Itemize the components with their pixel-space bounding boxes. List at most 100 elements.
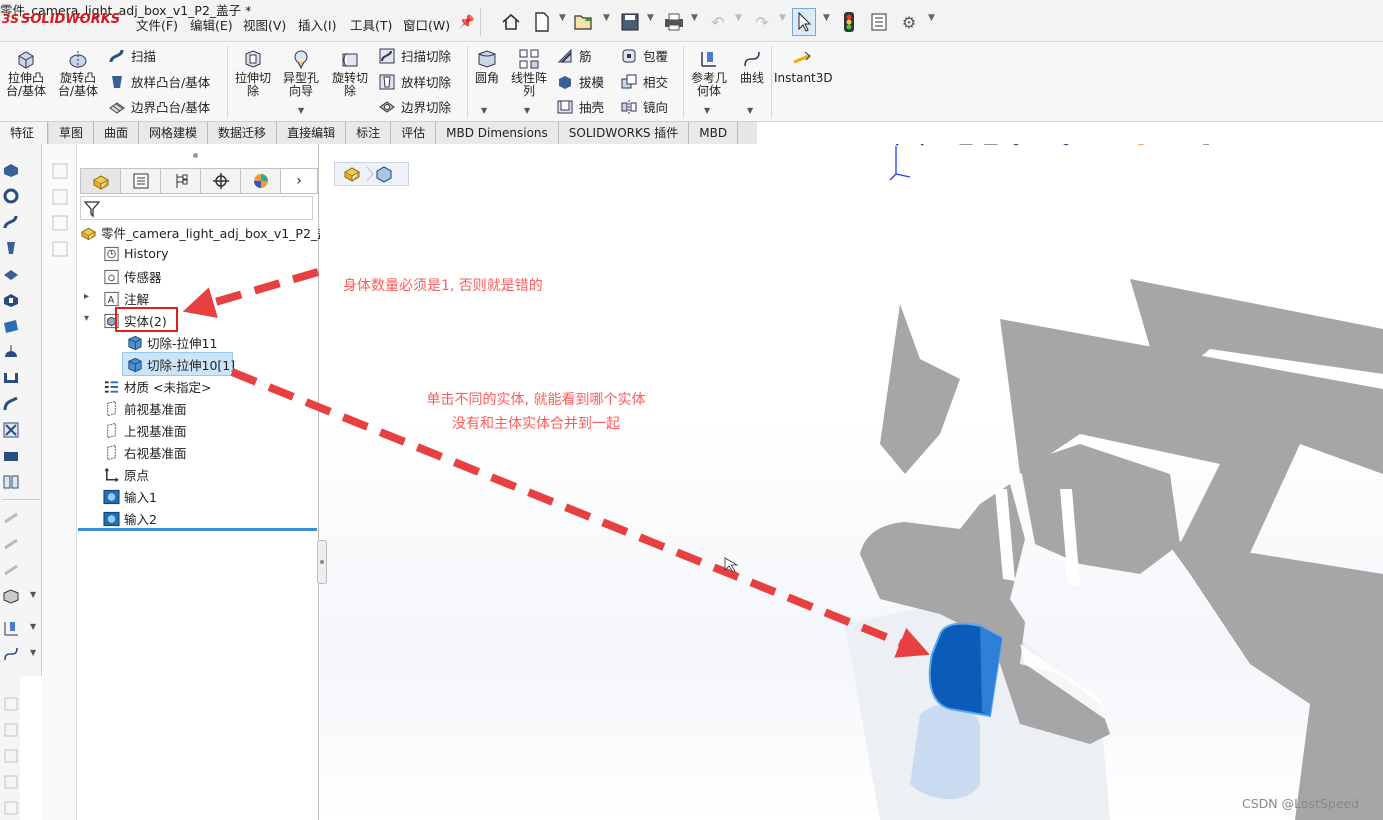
extrude-cut-icon[interactable] bbox=[0, 290, 22, 310]
draft-button[interactable]: 拔模 bbox=[556, 72, 604, 91]
tab-sketch[interactable]: 草图 bbox=[49, 122, 95, 144]
new-document-icon[interactable] bbox=[531, 11, 553, 33]
tree-item-history[interactable]: History bbox=[103, 245, 168, 262]
chevron-down-icon[interactable]: ▼ bbox=[747, 106, 753, 115]
tree-item-import2[interactable]: 输入2 bbox=[103, 509, 157, 528]
fillet-button[interactable]: 圆角 bbox=[470, 48, 504, 85]
home-icon[interactable] bbox=[500, 11, 522, 33]
file-properties-icon[interactable] bbox=[868, 11, 890, 33]
chevron-down-icon[interactable]: ▼ bbox=[30, 622, 36, 631]
open-file-icon[interactable] bbox=[573, 11, 595, 33]
chevron-down-icon[interactable]: ▼ bbox=[928, 13, 935, 23]
menu-tools[interactable]: 工具(T) bbox=[350, 15, 392, 34]
tree-item-front-plane[interactable]: 前视基准面 bbox=[103, 399, 187, 418]
redo-icon[interactable]: ↷ bbox=[751, 11, 773, 33]
save-icon[interactable] bbox=[619, 11, 641, 33]
tree-root[interactable]: 零件_camera_light_adj_box_v1_P2_盖子 bbox=[80, 223, 342, 242]
shell-button[interactable]: 抽壳 bbox=[556, 97, 604, 116]
mirror-button[interactable]: 镜向 bbox=[620, 97, 668, 116]
pin-icon[interactable]: 📌 bbox=[456, 11, 478, 33]
tree-item-cut-extrude-10[interactable]: 切除-拉伸10[1] bbox=[126, 355, 235, 374]
tree-item-cut-extrude-11[interactable]: 切除-拉伸11 bbox=[126, 333, 217, 352]
gear-icon[interactable]: ⚙ bbox=[898, 11, 920, 33]
collapse-bodies-icon[interactable]: ▾ bbox=[84, 313, 89, 324]
sketch-icon[interactable] bbox=[51, 162, 69, 180]
section-view-icon[interactable] bbox=[955, 144, 977, 148]
tab-direct-editing[interactable]: 直接编辑 bbox=[277, 122, 347, 144]
tab-features[interactable]: 特征 bbox=[0, 122, 48, 144]
chevron-down-icon[interactable]: ▼ bbox=[30, 648, 36, 657]
zoom-to-fit-icon[interactable] bbox=[880, 144, 902, 148]
box-outline-icon[interactable] bbox=[0, 694, 22, 714]
select-tool-button[interactable] bbox=[792, 8, 816, 36]
wrap-button[interactable]: 包覆 bbox=[620, 46, 668, 65]
extrude-boss-icon[interactable] bbox=[0, 160, 22, 180]
split-icon[interactable] bbox=[0, 446, 22, 466]
tab-surfaces[interactable]: 曲面 bbox=[94, 122, 140, 144]
sketch-icon[interactable] bbox=[51, 214, 69, 232]
chevron-down-icon[interactable]: ▼ bbox=[524, 106, 530, 115]
box-outline-icon[interactable] bbox=[0, 746, 22, 766]
property-manager-tab[interactable] bbox=[120, 168, 160, 194]
shell-icon[interactable] bbox=[0, 368, 22, 388]
revolve-cut-button[interactable]: 旋转切 除 bbox=[328, 48, 372, 98]
wrap-icon[interactable] bbox=[0, 394, 22, 414]
loft-boss-button[interactable]: 放样凸台/基体 bbox=[108, 72, 210, 91]
chevron-down-icon[interactable]: ▼ bbox=[823, 13, 830, 23]
more-tabs-button[interactable]: › bbox=[280, 168, 318, 194]
sweep-cut-button[interactable]: 扫描切除 bbox=[378, 46, 451, 65]
box-outline-icon[interactable] bbox=[0, 772, 22, 792]
tab-mbd[interactable]: MBD bbox=[689, 122, 739, 144]
traffic-light-icon[interactable] bbox=[838, 11, 860, 33]
dynamic-annotation-icon[interactable] bbox=[980, 144, 1002, 148]
dimxpert-manager-tab[interactable] bbox=[200, 168, 240, 194]
menu-window[interactable]: 窗口(W) bbox=[403, 15, 450, 34]
revolve-boss-icon[interactable] bbox=[0, 186, 22, 206]
tree-item-right-plane[interactable]: 右视基准面 bbox=[103, 443, 187, 462]
rollback-bar[interactable] bbox=[78, 528, 317, 531]
revolve-boss-button[interactable]: 旋转凸 台/基体 bbox=[56, 48, 100, 98]
scene-icon[interactable] bbox=[1155, 144, 1177, 148]
tab-markup[interactable]: 标注 bbox=[346, 122, 392, 144]
intersect-icon[interactable] bbox=[0, 420, 22, 440]
menu-insert[interactable]: 插入(I) bbox=[298, 15, 336, 34]
move-face-icon[interactable] bbox=[0, 508, 22, 528]
sketch-icon[interactable] bbox=[51, 240, 69, 258]
sweep-icon[interactable] bbox=[0, 212, 22, 232]
menu-edit[interactable]: 编辑(E) bbox=[190, 15, 233, 34]
chevron-down-icon[interactable]: ▼ bbox=[603, 13, 610, 23]
breadcrumb[interactable] bbox=[334, 162, 409, 186]
panel-grip[interactable] bbox=[193, 153, 198, 158]
box-outline-icon[interactable] bbox=[0, 720, 22, 740]
chevron-down-icon[interactable]: ▼ bbox=[735, 13, 742, 23]
hole-wizard-button[interactable]: 异型孔 向导 bbox=[279, 48, 323, 98]
edit-appearance-icon[interactable] bbox=[1130, 144, 1152, 148]
view-orientation-icon[interactable] bbox=[0, 586, 22, 606]
tree-item-import1[interactable]: 输入1 bbox=[103, 487, 157, 506]
configuration-manager-tab[interactable] bbox=[160, 168, 200, 194]
chevron-down-icon[interactable]: ▼ bbox=[298, 106, 304, 115]
print-icon[interactable] bbox=[663, 11, 685, 33]
solidworks-logo[interactable]: 3S SOLIDWORKS bbox=[2, 12, 120, 27]
curves-icon[interactable] bbox=[0, 644, 22, 664]
tab-evaluate[interactable]: 评估 bbox=[391, 122, 437, 144]
menu-file[interactable]: 文件(F) bbox=[136, 15, 178, 34]
expand-annotations-icon[interactable]: ▸ bbox=[84, 291, 89, 302]
delete-face-icon[interactable] bbox=[0, 534, 22, 554]
view-settings-icon[interactable] bbox=[1195, 144, 1217, 148]
extrude-cut-button[interactable]: 拉伸切 除 bbox=[231, 48, 275, 98]
rib-button[interactable]: 筋 bbox=[556, 46, 592, 65]
chevron-down-icon[interactable]: ▼ bbox=[647, 13, 654, 23]
previous-view-icon[interactable] bbox=[930, 144, 952, 148]
loft-boss-icon[interactable] bbox=[0, 238, 22, 258]
tab-data-migration[interactable]: 数据迁移 bbox=[208, 122, 278, 144]
graphics-viewport[interactable] bbox=[320, 144, 1383, 820]
boundary-boss-icon[interactable] bbox=[0, 264, 22, 284]
menu-view[interactable]: 视图(V) bbox=[243, 15, 286, 34]
feature-manager-tab[interactable] bbox=[80, 168, 120, 194]
chevron-down-icon[interactable]: ▼ bbox=[559, 13, 566, 23]
reference-geometry-button[interactable]: 参考几 何体 bbox=[687, 48, 731, 98]
instant3d-button[interactable]: Instant3D bbox=[774, 48, 833, 85]
linear-pattern-button[interactable]: 线性阵 列 bbox=[507, 48, 551, 98]
tab-mbd-dimensions[interactable]: MBD Dimensions bbox=[436, 122, 559, 144]
